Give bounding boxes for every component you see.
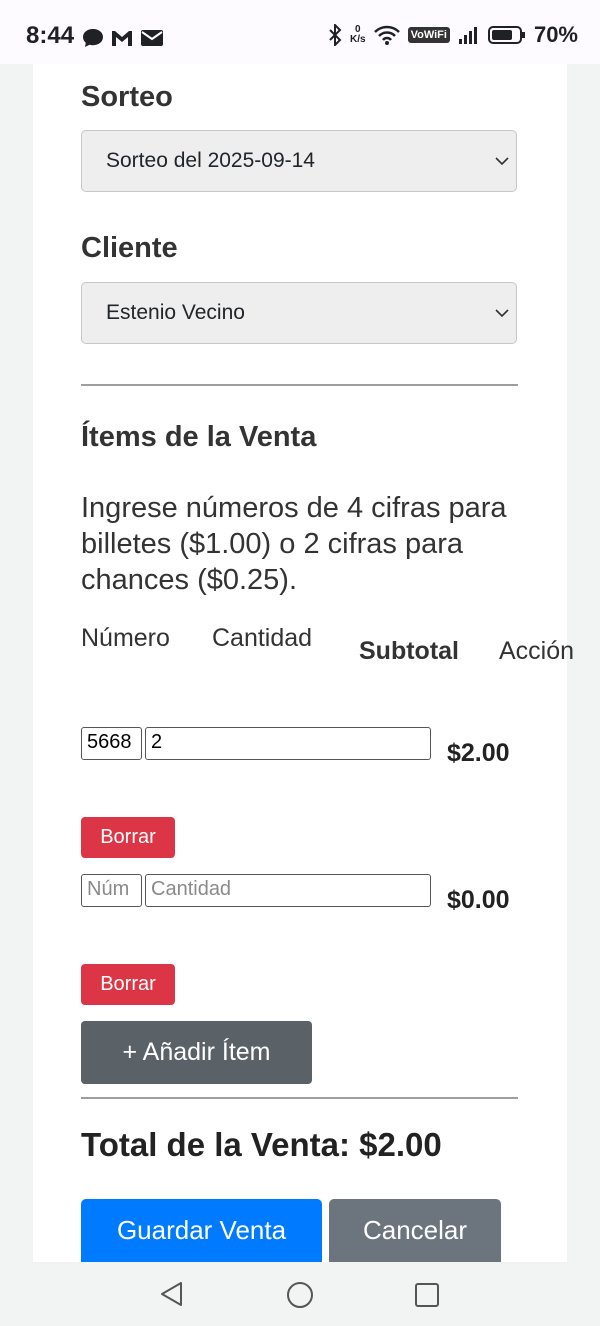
battery-percent: 70% (533, 22, 578, 47)
header-cantidad: Cantidad (212, 624, 313, 652)
cantidad-input[interactable]: Cantidad (145, 874, 431, 907)
vowifi-badge: VoWiFi (407, 27, 450, 43)
bluetooth-icon (329, 24, 342, 46)
wifi-icon (373, 25, 400, 45)
cliente-label: Cliente (81, 232, 178, 264)
chat-bubble-icon (83, 29, 103, 47)
sorteo-label: Sorteo (81, 81, 173, 113)
items-title: Ítems de la Venta (81, 421, 317, 453)
sale-total: Total de la Venta: $2.00 (81, 1126, 442, 1163)
cancel-button[interactable]: Cancelar (329, 1199, 501, 1262)
divider (81, 1097, 518, 1099)
chevron-down-icon (495, 157, 509, 166)
header-numero: Número (81, 624, 170, 652)
battery-icon (487, 26, 525, 44)
signal-icon (458, 27, 477, 44)
speed-unit: K/s (350, 34, 366, 45)
delete-item-button[interactable]: Borrar (81, 817, 175, 858)
cantidad-input[interactable]: 2 (145, 727, 431, 760)
divider (81, 384, 518, 386)
chevron-down-icon (495, 309, 509, 318)
row-subtotal: $2.00 (447, 739, 510, 767)
sorteo-select[interactable]: Sorteo del 2025-09-14 (81, 130, 517, 192)
sorteo-select-value: Sorteo del 2025-09-14 (106, 149, 315, 172)
mail-icon (141, 30, 163, 46)
status-bar: 8:44 0 K/s VoWiFi 70% (0, 0, 600, 64)
add-item-button[interactable]: + Añadir Ítem (81, 1021, 312, 1084)
status-time: 8:44 (26, 22, 75, 49)
numero-input[interactable]: Núm (81, 874, 142, 907)
row-subtotal: $0.00 (447, 886, 510, 914)
save-sale-button[interactable]: Guardar Venta (81, 1199, 322, 1262)
header-accion: Acción (499, 637, 575, 665)
header-subtotal: Subtotal (359, 637, 459, 665)
delete-item-button[interactable]: Borrar (81, 964, 175, 1005)
home-icon[interactable] (286, 1281, 314, 1309)
system-nav-bar (0, 1262, 600, 1326)
recents-icon[interactable] (414, 1282, 440, 1308)
numero-input[interactable]: 5668 (81, 727, 142, 760)
cliente-select[interactable]: Estenio Vecino (81, 282, 517, 344)
back-icon[interactable] (159, 1281, 185, 1307)
items-description: Ingrese números de 4 cifras para billete… (81, 492, 507, 596)
cliente-select-value: Estenio Vecino (106, 301, 245, 324)
gmail-icon (112, 31, 132, 46)
